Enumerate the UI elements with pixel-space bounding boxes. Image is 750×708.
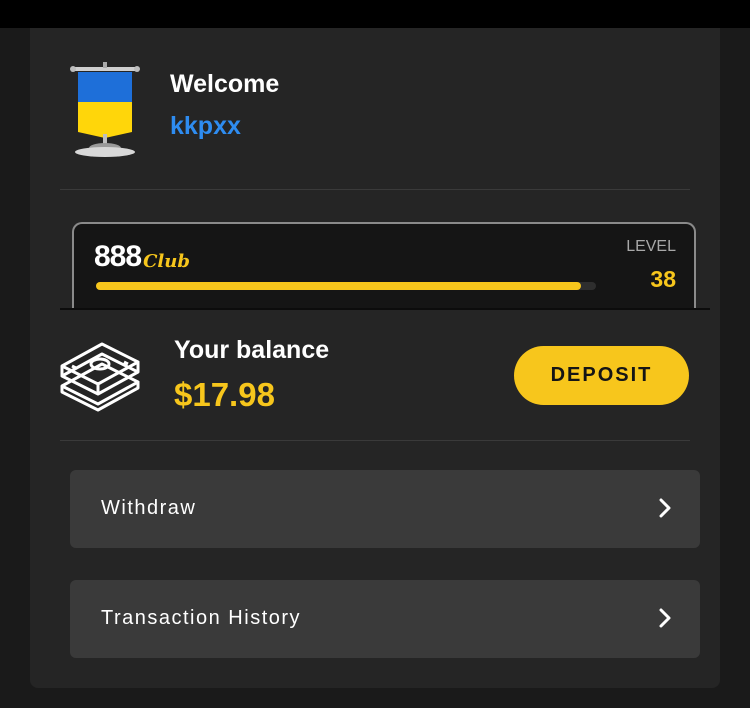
level-progress-bar	[96, 282, 596, 290]
withdraw-label: Withdraw	[101, 497, 197, 519]
divider	[60, 440, 690, 441]
section-separator	[60, 308, 710, 310]
transaction-history-label: Transaction History	[101, 607, 302, 629]
888club-logo: 888 Club	[94, 240, 190, 272]
level-progress-fill	[96, 282, 581, 290]
divider	[60, 189, 690, 190]
level-value: 38	[650, 266, 676, 292]
balance-label: Your balance	[174, 336, 330, 364]
chevron-right-icon	[659, 498, 671, 518]
welcome-text: Welcome	[170, 70, 280, 98]
username-link[interactable]: kkpxx	[170, 112, 241, 141]
club-level-card[interactable]: 888 Club LEVEL 38	[72, 222, 696, 310]
level-label: LEVEL	[626, 238, 676, 255]
top-bar	[0, 0, 750, 28]
profile-header: Welcome kkpxx	[70, 62, 710, 190]
cash-stack-icon	[60, 342, 140, 412]
deposit-button[interactable]: DEPOSIT	[514, 346, 689, 405]
club-logo-word: Club	[143, 251, 190, 272]
withdraw-row[interactable]: Withdraw	[70, 470, 700, 548]
balance-amount: $17.98	[174, 376, 275, 413]
flag-banner-icon	[70, 62, 140, 157]
chevron-right-icon	[659, 608, 671, 628]
transaction-history-row[interactable]: Transaction History	[70, 580, 700, 658]
club-logo-number: 888	[94, 240, 142, 273]
